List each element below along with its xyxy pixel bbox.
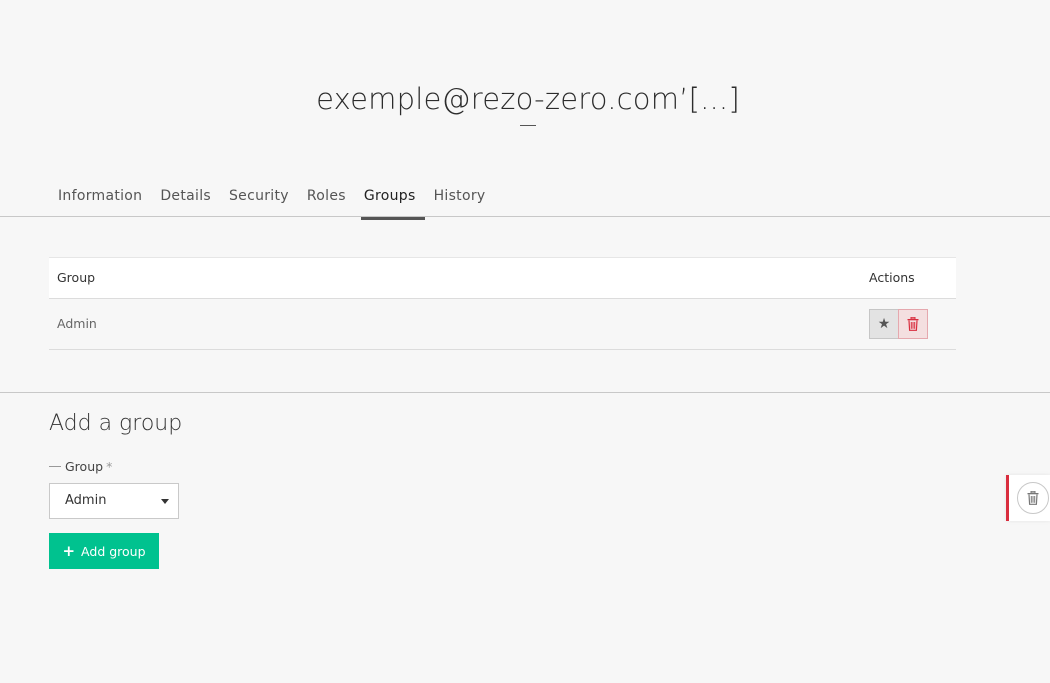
star-button[interactable]: ★ [869, 309, 899, 339]
group-select-value: Admin [65, 493, 107, 508]
table-row: Admin ★ [49, 299, 956, 350]
tab-groups[interactable]: Groups [355, 186, 425, 220]
column-header-actions: Actions [869, 270, 915, 285]
groups-table: Group Actions Admin ★ [49, 257, 956, 350]
trash-icon [1027, 491, 1039, 505]
side-delete-button[interactable] [1017, 482, 1049, 514]
tabs-divider [0, 216, 1050, 217]
label-dash [49, 466, 61, 467]
group-label-text: Group [65, 459, 104, 474]
chevron-down-icon [161, 499, 169, 504]
group-name-cell: Admin [57, 316, 97, 331]
trash-icon [907, 317, 919, 331]
tab-security[interactable]: Security [220, 186, 298, 220]
plus-icon: + [62, 542, 76, 560]
star-icon: ★ [877, 316, 891, 332]
table-header: Group Actions [49, 257, 956, 299]
tab-information[interactable]: Information [49, 186, 151, 220]
column-header-group: Group [57, 270, 96, 285]
title-underline [520, 125, 536, 126]
section-divider [0, 392, 1050, 393]
tab-details[interactable]: Details [151, 186, 220, 220]
group-field-label: Group * [49, 459, 112, 474]
add-group-button[interactable]: + Add group [49, 533, 159, 569]
add-group-button-label: Add group [81, 543, 146, 559]
page-title: exemple@rezo-zero.com’[...] [316, 82, 740, 116]
tab-roles[interactable]: Roles [298, 186, 355, 220]
side-action-panel [1006, 475, 1050, 521]
tab-history[interactable]: History [425, 186, 495, 220]
add-group-title: Add a group [49, 411, 183, 436]
group-select[interactable]: Admin [49, 483, 179, 519]
required-mark: * [106, 459, 113, 474]
tab-bar: Information Details Security Roles Group… [49, 186, 494, 220]
delete-group-button[interactable] [898, 309, 928, 339]
